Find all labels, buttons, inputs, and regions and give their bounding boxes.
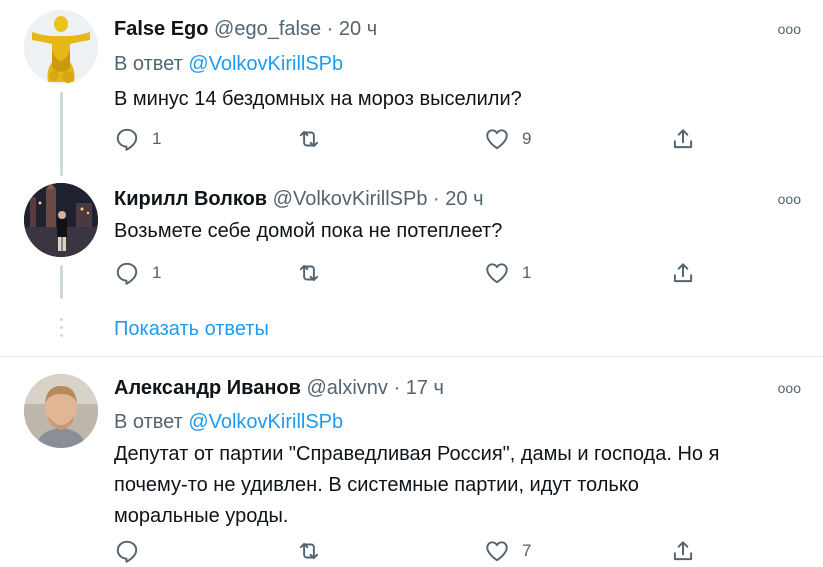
show-replies-link[interactable]: Показать ответы [114,318,269,341]
tweet-text-line: Депутат от партии "Справедливая Россия",… [114,443,720,465]
avatar-image [24,10,98,84]
more-icon[interactable]: ooo [778,191,801,207]
avatar[interactable] [24,183,98,257]
like-button[interactable]: 1 [484,258,531,288]
reply-to: В ответ @VolkovKirillSPb [114,411,343,434]
tweet-3[interactable]: Александр Иванов @alxivnv · 17 ч ooo В о… [0,357,823,567]
author-handle[interactable]: @ego_false [214,18,321,40]
share-button[interactable] [670,258,696,288]
author-name[interactable]: Кирилл Волков [114,188,267,210]
share-button[interactable] [670,536,696,566]
tweet-header: Александр Иванов @alxivnv · 17 ч [114,377,444,400]
tweet-text-line: почему-то не удивлен. В системные партии… [114,474,639,496]
reply-to-link[interactable]: @VolkovKirillSPb [188,53,343,75]
share-icon [673,263,693,283]
share-button[interactable] [670,124,696,154]
reply-to-link[interactable]: @VolkovKirillSPb [188,411,343,433]
reply-button[interactable]: 1 [114,258,161,288]
tweet-text: Депутат от партии "Справедливая Россия",… [114,439,804,532]
like-button[interactable]: 9 [484,124,531,154]
like-count: 1 [522,263,532,282]
reply-count: 1 [152,263,162,282]
retweet-button[interactable] [296,536,334,566]
tweet-1[interactable]: False Ego @ego_false · 20 ч ooo В ответ … [0,0,823,176]
retweet-icon [299,542,319,560]
separator-dot: · [393,377,401,399]
like-count: 9 [522,129,532,148]
tweet-text-line: моральные уроды. [114,505,289,527]
separator-dot: · [326,18,334,40]
tweet-header: False Ego @ego_false · 20 ч [114,18,377,41]
thread-line [60,265,63,299]
share-icon [673,129,693,149]
thread-dots [60,318,63,342]
author-name[interactable]: Александр Иванов [114,377,301,399]
separator-dot: · [433,188,440,210]
reply-icon [116,540,138,563]
reply-icon [116,262,138,285]
avatar-image [24,183,98,257]
timestamp[interactable]: 17 ч [406,377,444,399]
tweet-text: В минус 14 бездомных на мороз выселили? [114,88,522,110]
reply-icon [116,128,138,151]
retweet-icon [299,264,319,282]
retweet-button[interactable] [296,124,334,154]
reply-to-prefix: В ответ [114,411,189,433]
reply-count: 1 [152,129,162,148]
reply-to-prefix: В ответ [114,53,189,75]
tweet-header: Кирилл Волков @VolkovKirillSPb · 20 ч [114,188,484,211]
heart-icon [486,129,508,150]
author-name[interactable]: False Ego [114,18,208,40]
reply-button[interactable]: 1 [114,124,161,154]
reply-to: В ответ @VolkovKirillSPb [114,53,343,76]
more-icon[interactable]: ooo [778,21,801,37]
timestamp[interactable]: 20 ч [339,18,377,40]
tweet-actions: 7 [114,536,714,566]
heart-icon [486,263,508,284]
tweet-text: Возьмете себе домой пока не потеплеет? [114,220,503,242]
retweet-icon [299,130,319,148]
avatar[interactable] [24,374,98,448]
tweet-actions: 1 1 [114,258,714,288]
avatar-image [24,374,98,448]
avatar[interactable] [24,10,98,84]
reply-button[interactable] [114,536,152,566]
retweet-button[interactable] [296,258,334,288]
tweet-actions: 1 9 [114,124,714,154]
more-icon[interactable]: ooo [778,380,801,396]
thread-line [60,92,63,176]
heart-icon [486,541,508,562]
author-handle[interactable]: @alxivnv [306,377,387,399]
author-handle[interactable]: @VolkovKirillSPb [273,188,428,210]
like-count: 7 [522,541,532,560]
like-button[interactable]: 7 [484,536,531,566]
timestamp[interactable]: 20 ч [445,188,483,210]
share-icon [673,541,693,561]
